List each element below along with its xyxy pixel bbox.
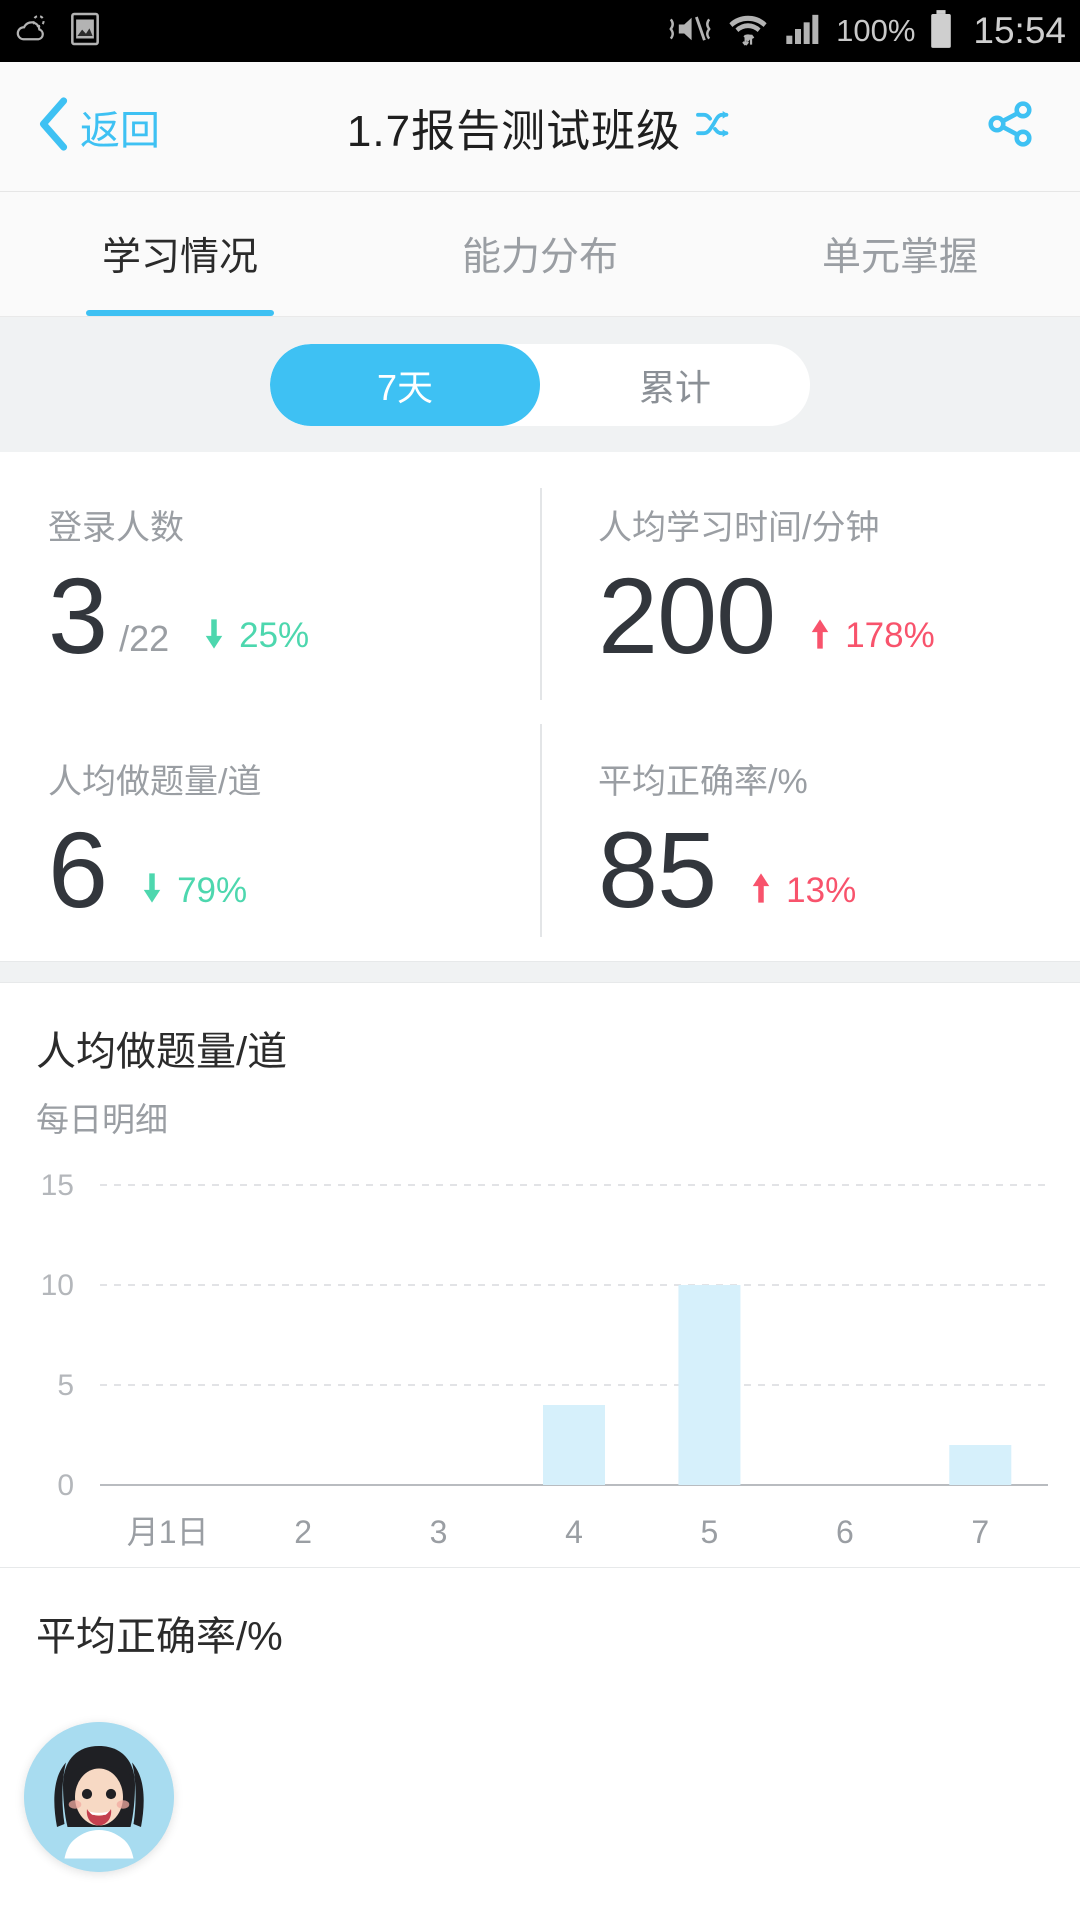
stat-label: 人均做题量/道 (48, 763, 262, 802)
battery-percent-label: 100% (836, 13, 916, 48)
stat-delta-pct: 79% (177, 870, 248, 910)
share-icon (984, 101, 1036, 154)
chart-subtitle: 每日明细 (36, 1100, 168, 1138)
segment-7days[interactable]: 7天 (270, 343, 540, 426)
stat-delta: 25% (203, 616, 309, 672)
arrow-up-icon (809, 619, 831, 654)
vibrate-mute-icon (666, 9, 714, 54)
segment-cumulative[interactable]: 累计 (540, 344, 810, 426)
stat-card-avg-questions[interactable]: 人均做题量/道 6 79% (0, 706, 540, 960)
bar-chart-svg: 0 5 10 15 月1日 2 3 4 5 6 7 (41, 1169, 1048, 1550)
stat-delta: 178% (809, 616, 935, 672)
chart-title: 人均做题量/道 (36, 1029, 288, 1074)
svg-text:7: 7 (971, 1514, 989, 1550)
arrow-up-icon (750, 873, 772, 908)
stat-value: 6 (48, 809, 108, 931)
wifi-icon (726, 8, 770, 55)
screenshot-icon (68, 10, 102, 53)
stat-value: 200 (598, 555, 776, 676)
tab-bar: 学习情况 能力分布 单元掌握 (0, 192, 1080, 317)
nav-bar: 返回 1.7报告测试班级 (0, 62, 1080, 192)
period-segmented-control: 7天 累计 (270, 343, 810, 426)
stat-total: /22 (119, 618, 170, 660)
chart-title: 平均正确率/% (36, 1614, 283, 1659)
period-toggle-bar: 7天 累计 (0, 317, 1080, 452)
stat-value: 85 (598, 809, 717, 931)
stats-panel: 登录人数 3 /22 25% 人均学习时间/分钟 200 178% 人均做题量/… (0, 452, 1080, 961)
svg-text:15: 15 (41, 1169, 74, 1202)
stat-value-row: 6 79% (48, 809, 540, 931)
user-avatar[interactable] (24, 1722, 174, 1872)
avatar-illustration-icon (24, 1722, 174, 1872)
tab-label: 单元掌握 (821, 236, 978, 279)
status-bar-clock: 15:54 (973, 10, 1066, 51)
bar-chart[interactable]: 0 5 10 15 月1日 2 3 4 5 6 7 (0, 1167, 1080, 1567)
stats-row-1: 登录人数 3 /22 25% 人均学习时间/分钟 200 178% (0, 452, 1080, 706)
app-root: 100% 15:54 返回 1.7报告测试班级 学习情况 能力分布 单元掌握 7… (0, 0, 1080, 1920)
battery-icon (927, 8, 955, 55)
stat-delta-pct: 178% (845, 616, 935, 656)
stat-delta: 79% (141, 871, 247, 927)
status-bar-right-icons: 100% 15:54 (666, 8, 1066, 55)
shuffle-switch-icon[interactable] (693, 104, 733, 149)
svg-text:6: 6 (836, 1514, 854, 1550)
svg-text:2: 2 (294, 1514, 312, 1550)
stat-label: 平均正确率/% (598, 763, 808, 802)
chart-section-avg-questions: 人均做题量/道 每日明细 0 5 10 15 月1日 2 3 4 5 6 7 (0, 982, 1080, 1567)
svg-text:10: 10 (41, 1269, 74, 1302)
stats-row-2: 人均做题量/道 6 79% 平均正确率/% 85 13% (0, 706, 1080, 960)
svg-text:3: 3 (430, 1514, 448, 1550)
segment-label: 7天 (376, 366, 434, 408)
stat-delta-pct: 25% (239, 616, 310, 656)
tab-label: 学习情况 (101, 236, 258, 279)
stat-card-login-count[interactable]: 登录人数 3 /22 25% (0, 452, 540, 706)
svg-text:0: 0 (57, 1469, 74, 1502)
stat-card-avg-study-time[interactable]: 人均学习时间/分钟 200 178% (540, 452, 1080, 706)
stat-value-row: 3 /22 25% (48, 555, 540, 676)
tab-ability-distribution[interactable]: 能力分布 (360, 192, 720, 316)
chevron-left-icon (36, 97, 72, 156)
tab-unit-mastery[interactable]: 单元掌握 (720, 192, 1080, 316)
tab-label: 能力分布 (461, 236, 618, 279)
stat-label: 登录人数 (48, 509, 184, 547)
arrow-down-icon (203, 619, 225, 654)
status-bar: 100% 15:54 (0, 0, 1080, 62)
stat-delta: 13% (750, 871, 856, 927)
segment-label: 累计 (638, 366, 711, 408)
nav-title-group: 1.7报告测试班级 (0, 62, 1080, 191)
status-bar-left-icons (14, 10, 102, 53)
stat-value-row: 200 178% (598, 555, 1080, 676)
page-title: 1.7报告测试班级 (346, 106, 682, 156)
stat-card-avg-accuracy[interactable]: 平均正确率/% 85 13% (540, 706, 1080, 960)
share-button[interactable] (984, 98, 1080, 155)
chart-section-avg-accuracy: 平均正确率/% (0, 1566, 1080, 1662)
arrow-down-icon (141, 873, 163, 908)
signal-icon (782, 9, 824, 54)
stat-label: 人均学习时间/分钟 (598, 509, 880, 547)
svg-text:5: 5 (57, 1369, 74, 1402)
section-separator (0, 960, 1080, 983)
stat-value: 3 (48, 555, 108, 676)
tab-active-indicator (86, 310, 274, 316)
stat-delta-pct: 13% (786, 870, 857, 910)
svg-text:4: 4 (565, 1514, 583, 1550)
tab-learning-status[interactable]: 学习情况 (0, 192, 360, 316)
svg-text:5: 5 (701, 1514, 719, 1550)
back-button[interactable]: 返回 (0, 97, 160, 156)
back-button-label: 返回 (80, 108, 160, 153)
svg-text:月1日: 月1日 (127, 1514, 209, 1550)
stat-value-row: 85 13% (598, 809, 1080, 931)
weather-icon (14, 10, 52, 53)
